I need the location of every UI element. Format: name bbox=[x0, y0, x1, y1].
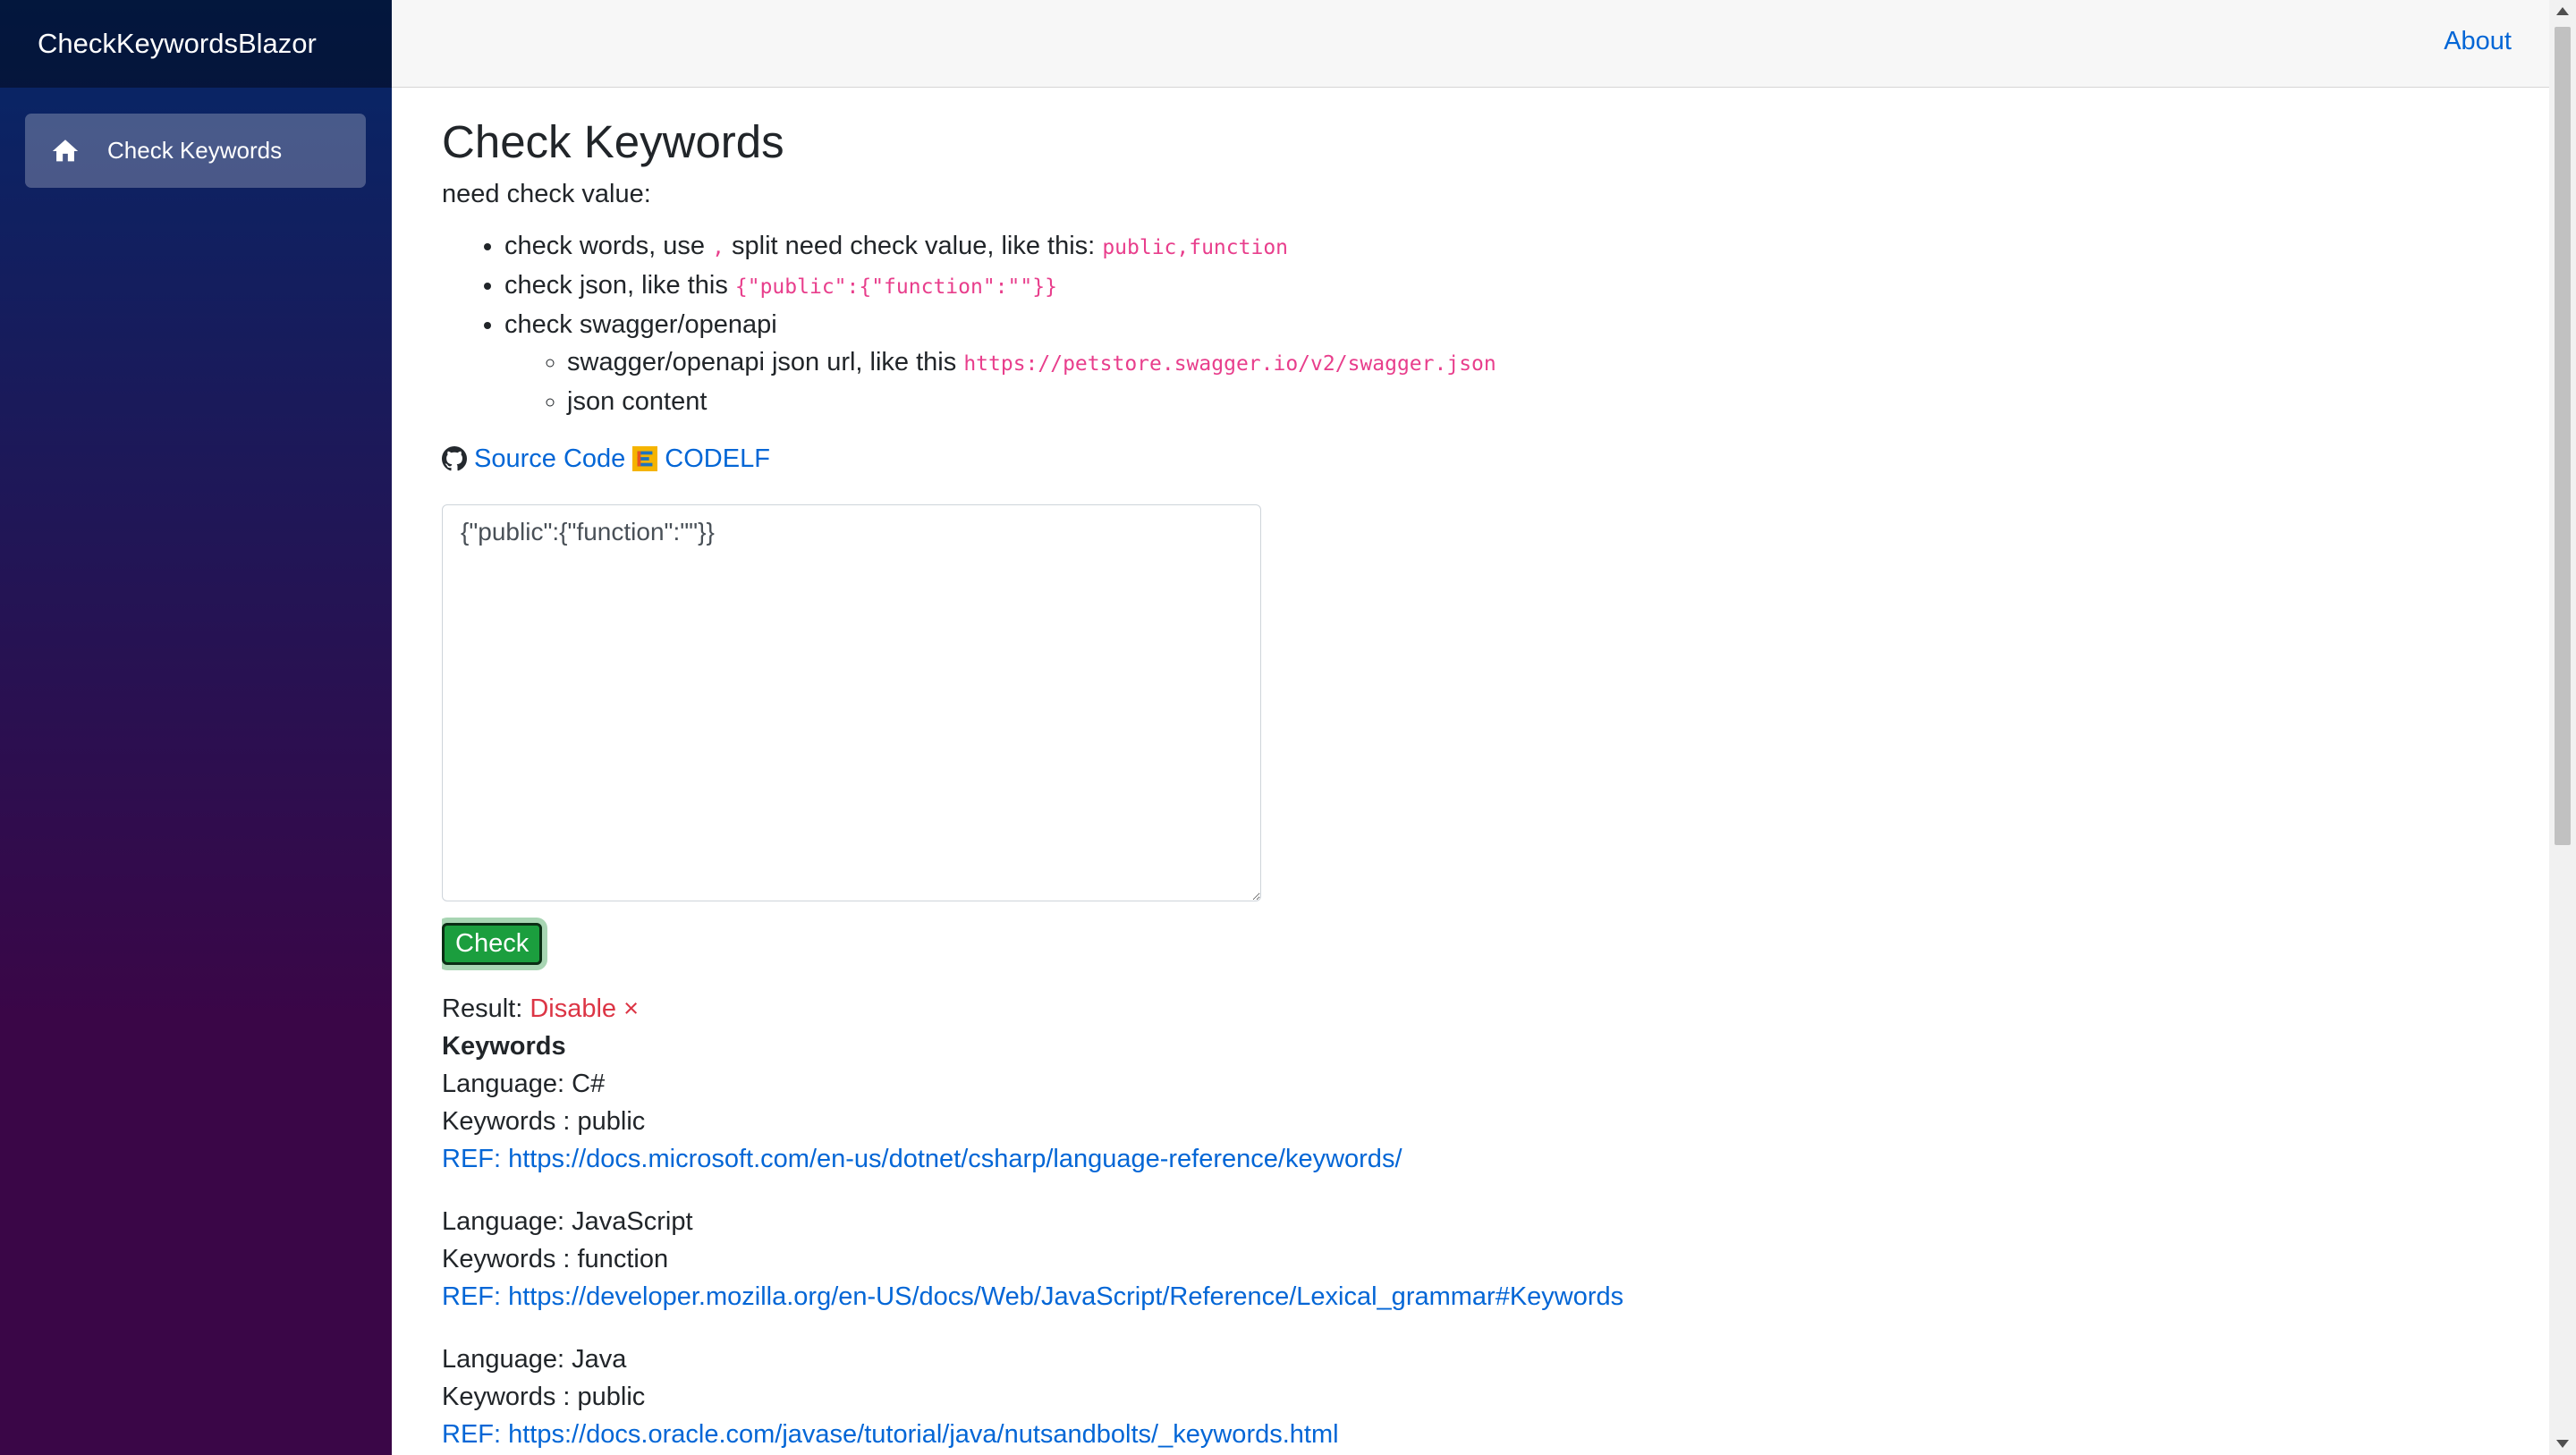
list-item: check swagger/openapi swagger/openapi js… bbox=[504, 306, 2535, 420]
language-block-java: Language: Java Keywords : public REF: ht… bbox=[442, 1341, 2535, 1453]
list-item: json content bbox=[567, 383, 2535, 420]
language-name: Language: JavaScript bbox=[442, 1207, 693, 1236]
keywords-title: Keywords bbox=[442, 1032, 566, 1061]
intro-text: need check value: bbox=[442, 180, 651, 208]
scrollbar[interactable] bbox=[2549, 0, 2576, 1455]
codelf-link[interactable]: CODELF bbox=[665, 440, 770, 478]
brand-link[interactable]: CheckKeywordsBlazor bbox=[38, 28, 317, 60]
list-item: check words, use , split need check valu… bbox=[504, 227, 2535, 266]
top-bar: About bbox=[392, 0, 2549, 88]
page-title: Check Keywords bbox=[442, 116, 784, 167]
list-item: swagger/openapi json url, like this http… bbox=[567, 343, 2535, 383]
language-ref-link[interactable]: REF: https://docs.microsoft.com/en-us/do… bbox=[442, 1145, 1402, 1173]
example-code: {"public":{"function":""}} bbox=[734, 275, 1057, 299]
instructions-list: check words, use , split need check valu… bbox=[442, 227, 2535, 420]
language-ref-link[interactable]: REF: https://docs.oracle.com/javase/tuto… bbox=[442, 1420, 1339, 1449]
language-block-csharp: Language: C# Keywords : public REF: http… bbox=[442, 1065, 2535, 1178]
language-keywords: Keywords : public bbox=[442, 1107, 646, 1136]
result-label: Result: bbox=[442, 994, 523, 1023]
main-content: Check Keywords need check value: check w… bbox=[442, 88, 2535, 1455]
sub-list: swagger/openapi json url, like this http… bbox=[504, 343, 2535, 420]
language-name: Language: C# bbox=[442, 1070, 606, 1098]
home-icon bbox=[52, 139, 79, 161]
check-button[interactable]: Check bbox=[442, 923, 543, 965]
list-item: check json, like this {"public":{"functi… bbox=[504, 266, 2535, 306]
about-link[interactable]: About bbox=[2444, 27, 2512, 56]
language-name: Language: Java bbox=[442, 1345, 627, 1374]
example-code: public,function bbox=[1102, 236, 1289, 259]
brand-bar: CheckKeywordsBlazor bbox=[0, 0, 392, 88]
sidebar: CheckKeywordsBlazor Check Keywords bbox=[0, 0, 392, 1455]
separator-code: , bbox=[712, 236, 724, 259]
sidebar-item-check-keywords[interactable]: Check Keywords bbox=[25, 114, 366, 188]
scroll-thumb[interactable] bbox=[2555, 27, 2571, 845]
codelf-icon bbox=[632, 446, 658, 471]
language-ref-link[interactable]: REF: https://developer.mozilla.org/en-US… bbox=[442, 1282, 1623, 1311]
github-icon bbox=[442, 446, 467, 471]
language-keywords: Keywords : public bbox=[442, 1383, 646, 1411]
source-code-link[interactable]: Source Code bbox=[474, 440, 625, 478]
scroll-down-icon[interactable] bbox=[2556, 1440, 2569, 1448]
result-line: Result: Disable × bbox=[442, 990, 2535, 1028]
sidebar-item-label: Check Keywords bbox=[107, 137, 283, 164]
language-keywords: Keywords : function bbox=[442, 1245, 669, 1273]
language-block-javascript: Language: JavaScript Keywords : function… bbox=[442, 1203, 2535, 1315]
keywords-input[interactable]: {"public":{"function":""}} bbox=[442, 504, 1261, 901]
links-row: Source Code CODELF bbox=[442, 440, 2535, 478]
result-status: Disable × bbox=[530, 994, 640, 1023]
scroll-up-icon[interactable] bbox=[2556, 7, 2569, 15]
example-code: https://petstore.swagger.io/v2/swagger.j… bbox=[963, 352, 1496, 376]
